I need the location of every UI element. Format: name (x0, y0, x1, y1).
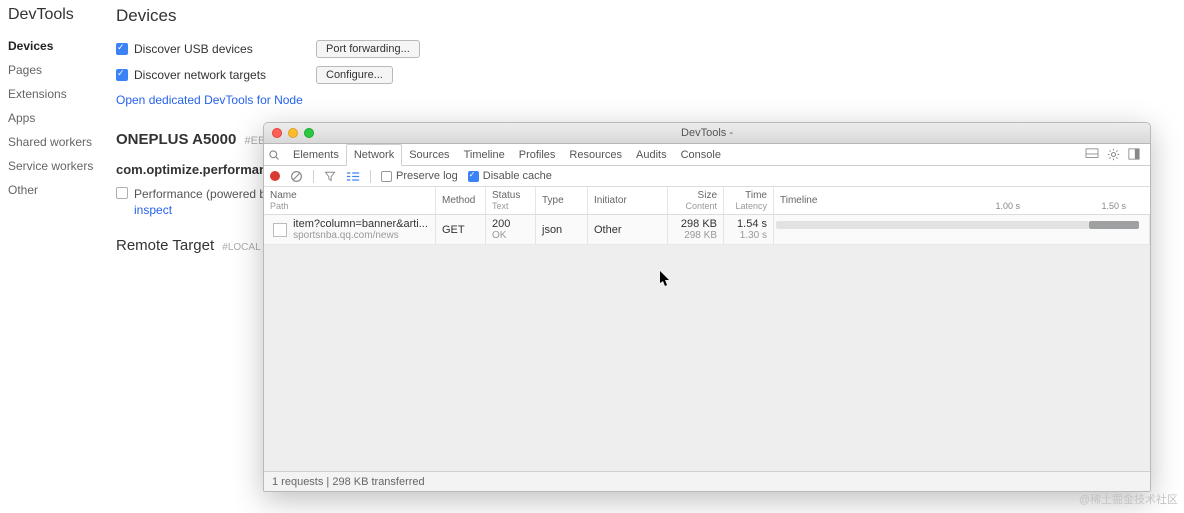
clear-icon[interactable] (290, 170, 303, 183)
discover-network-label: Discover network targets (134, 68, 266, 82)
watermark: @稀土掘金技术社区 (1079, 491, 1178, 507)
preserve-log-toggle[interactable]: Preserve log (381, 170, 458, 182)
page-title: Devices (116, 6, 1174, 26)
col-initiator[interactable]: Initiator (588, 187, 668, 214)
timeline-download-bar (1089, 221, 1139, 229)
settings-icon[interactable] (1107, 148, 1120, 161)
sidebar-item-service-workers[interactable]: Service workers (8, 154, 110, 178)
tab-resources[interactable]: Resources (562, 144, 629, 166)
discover-network-checkbox[interactable] (116, 69, 128, 81)
minimize-icon[interactable] (288, 128, 298, 138)
discover-usb-label: Discover USB devices (134, 42, 253, 56)
port-forwarding-button[interactable]: Port forwarding... (316, 40, 420, 58)
tab-audits[interactable]: Audits (629, 144, 674, 166)
search-icon[interactable] (268, 149, 286, 161)
network-grid (264, 245, 1150, 471)
tab-profiles[interactable]: Profiles (512, 144, 563, 166)
sidebar-item-other[interactable]: Other (8, 178, 110, 202)
row-time: 1.54 s1.30 s (724, 215, 774, 244)
sidebar-item-devices[interactable]: Devices (8, 34, 110, 58)
row-initiator: Other (588, 215, 668, 244)
close-icon[interactable] (272, 128, 282, 138)
sidebar-item-apps[interactable]: Apps (8, 106, 110, 130)
network-row[interactable]: item?column=banner&arti... sportsnba.qq.… (264, 215, 1150, 245)
row-type: json (536, 215, 588, 244)
col-time[interactable]: TimeLatency (724, 187, 774, 214)
devtools-window: DevTools - Elements Network Sources Time… (263, 122, 1151, 492)
preserve-log-checkbox[interactable] (381, 171, 392, 182)
sidebar-item-shared-workers[interactable]: Shared workers (8, 130, 110, 154)
app-title: DevTools (8, 6, 110, 24)
tab-elements[interactable]: Elements (286, 144, 346, 166)
dock-icon[interactable] (1128, 148, 1140, 161)
tab-timeline[interactable]: Timeline (457, 144, 512, 166)
remote-target-tag: #LOCAL (222, 242, 260, 253)
window-title: DevTools - (681, 127, 733, 139)
col-type[interactable]: Type (536, 187, 588, 214)
dedicated-devtools-link[interactable]: Open dedicated DevTools for Node (116, 93, 303, 107)
row-size: 298 KB298 KB (668, 215, 724, 244)
disable-cache-checkbox[interactable] (468, 171, 479, 182)
timeline-tick-2: 1.50 s (1101, 201, 1126, 211)
row-status: 200OK (486, 215, 536, 244)
configure-button[interactable]: Configure... (316, 66, 393, 84)
sidebar-item-extensions[interactable]: Extensions (8, 82, 110, 106)
drawer-icon[interactable] (1085, 148, 1099, 161)
view-icon[interactable] (346, 171, 360, 182)
col-name[interactable]: NamePath (264, 187, 436, 214)
status-bar: 1 requests | 298 KB transferred (264, 471, 1150, 491)
inspect-link[interactable]: inspect (134, 203, 272, 217)
network-headers: NamePath Method StatusText Type Initiato… (264, 187, 1150, 215)
col-status[interactable]: StatusText (486, 187, 536, 214)
discover-usb-checkbox[interactable] (116, 43, 128, 55)
filter-icon[interactable] (324, 170, 336, 182)
col-method[interactable]: Method (436, 187, 486, 214)
performance-checkbox[interactable] (116, 187, 128, 199)
tab-console[interactable]: Console (674, 144, 728, 166)
tab-sources[interactable]: Sources (402, 144, 456, 166)
disable-cache-label: Disable cache (483, 170, 552, 182)
row-method: GET (436, 215, 486, 244)
preserve-log-label: Preserve log (396, 170, 458, 182)
record-button[interactable] (270, 171, 280, 181)
timeline-tick-1: 1.00 s (995, 201, 1020, 211)
row-name: item?column=banner&arti... (293, 218, 428, 230)
col-timeline[interactable]: Timeline 1.00 s 1.50 s (774, 187, 1150, 214)
favicon-placeholder (273, 223, 287, 237)
sidebar-item-pages[interactable]: Pages (8, 58, 110, 82)
titlebar[interactable]: DevTools - (264, 123, 1150, 144)
row-path: sportsnba.qq.com/news (293, 230, 428, 241)
timeline-wait-bar (776, 221, 1089, 229)
performance-label: Performance (powered by (134, 187, 272, 201)
tab-network[interactable]: Network (346, 144, 402, 166)
col-size[interactable]: SizeContent (668, 187, 724, 214)
zoom-icon[interactable] (304, 128, 314, 138)
disable-cache-toggle[interactable]: Disable cache (468, 170, 552, 182)
